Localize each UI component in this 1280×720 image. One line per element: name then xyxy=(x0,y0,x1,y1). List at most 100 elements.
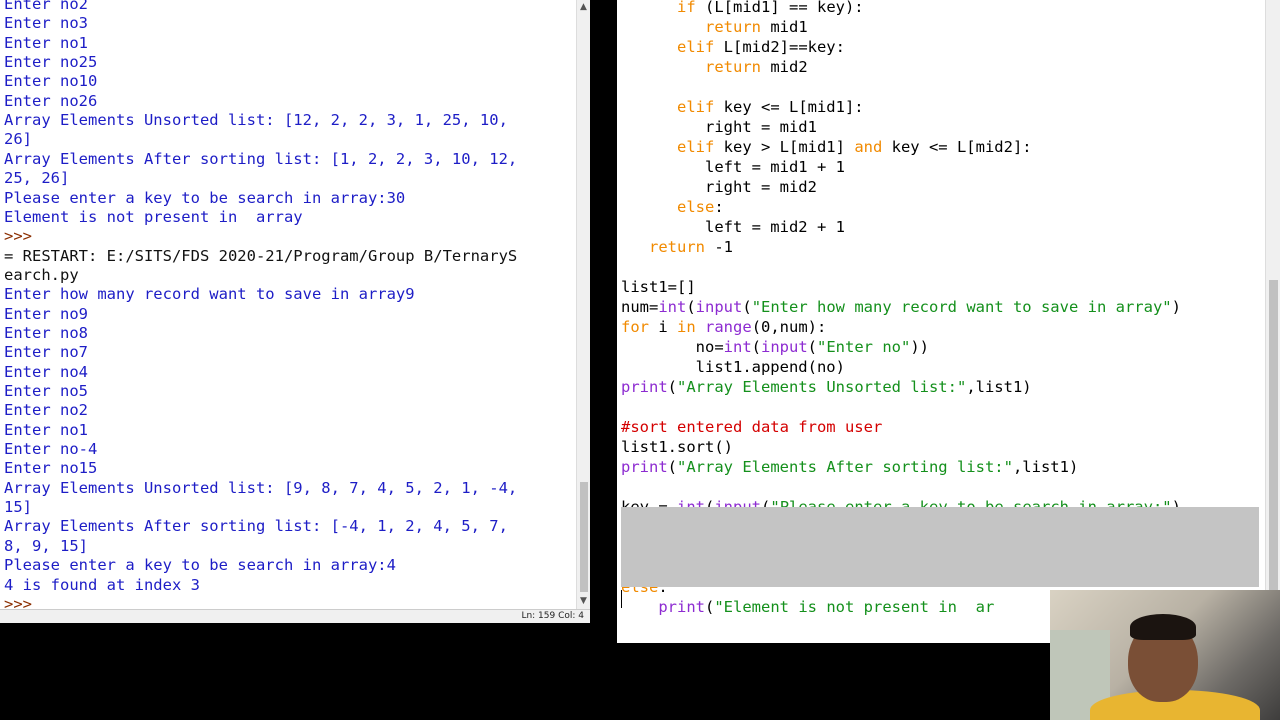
shell-line: Enter no5 xyxy=(4,382,88,400)
scroll-up-icon[interactable]: ▲ xyxy=(580,2,587,12)
code-token: print xyxy=(621,458,668,476)
shell-line: Enter no8 xyxy=(4,323,88,342)
code-line: if (L[mid1] == key): xyxy=(621,0,864,17)
shell-line: 8, 9, 15] xyxy=(4,536,88,555)
shell-line: 26] xyxy=(4,130,32,149)
code-token: ,list1) xyxy=(966,378,1032,396)
shell-line: 15] xyxy=(4,498,32,517)
code-line: elif L[mid2]==key: xyxy=(621,37,845,57)
code-line: else: xyxy=(621,197,724,217)
shell-line: Enter no4 xyxy=(4,362,88,381)
code-line: return mid1 xyxy=(621,17,808,37)
code-token: "Array Elements Unsorted list:" xyxy=(677,378,967,396)
shell-line: Enter no9 xyxy=(4,304,88,323)
shell-line: Array Elements Unsorted list: [9, 8, 7, … xyxy=(4,478,518,497)
code-token: elif xyxy=(677,38,715,56)
code-token: in xyxy=(677,318,696,336)
code-token: elif xyxy=(677,138,715,156)
code-token: int xyxy=(723,338,752,356)
code-token: #sort entered data from user xyxy=(621,418,883,436)
code-token: left = mid1 + 1 xyxy=(621,158,845,176)
cursor-position: Ln: 159 Col: 4 xyxy=(521,611,584,621)
code-token: return xyxy=(705,18,761,36)
code-token: and xyxy=(854,138,883,156)
presenter-hair xyxy=(1130,614,1196,640)
shell-line: Enter no1 xyxy=(4,420,88,439)
code-line: print("Array Elements After sorting list… xyxy=(621,457,1078,477)
code-line: elif key > L[mid1] and key <= L[mid2]: xyxy=(621,137,1032,157)
code-token: ( xyxy=(667,378,678,396)
code-token: -1 xyxy=(705,238,733,256)
code-line: list1.sort() xyxy=(621,437,733,457)
code-token: no= xyxy=(621,338,724,356)
editor-scrollbar[interactable] xyxy=(1265,0,1280,590)
code-token: (L[mid1] == key): xyxy=(695,0,864,16)
shell-line: Enter no10 xyxy=(4,72,98,91)
shell-line: Please enter a key to be search in array… xyxy=(4,188,406,207)
code-token: ,list1) xyxy=(1012,458,1079,476)
shell-line: >>> xyxy=(4,227,32,246)
code-token: ( xyxy=(742,298,752,316)
scroll-down-icon[interactable]: ▼ xyxy=(580,596,587,606)
code-token: list1=[] xyxy=(621,278,696,296)
shell-line: Enter no1 xyxy=(4,33,88,52)
shell-line: Enter no2 xyxy=(4,401,88,420)
code-line: for i in range(0,num): xyxy=(621,317,826,337)
webcam-overlay xyxy=(1050,590,1280,720)
code-token: for xyxy=(621,318,649,336)
code-line: right = mid1 xyxy=(621,117,817,137)
code-token: mid1 xyxy=(761,18,808,36)
shell-line: Enter no15 xyxy=(4,459,98,478)
code-line: #sort entered data from user xyxy=(621,417,882,437)
status-bar: Ln: 159 Col: 4 xyxy=(0,609,590,623)
shell-line: Array Elements After sorting list: [-4, … xyxy=(4,517,508,536)
shell-line: Array Elements After sorting list: [1, 2… xyxy=(4,149,518,168)
code-token: input xyxy=(761,338,808,356)
shell-line: 4 is found at index 3 xyxy=(4,575,200,594)
shell-line: earch.py xyxy=(4,265,79,284)
code-token: (0,num): xyxy=(751,318,827,336)
python-shell-window[interactable]: Enter no2 Enter no3 Enter no1 Enter no25 Ent… xyxy=(0,0,590,623)
code-token: ( xyxy=(751,338,761,356)
shell-line: = RESTART: E:/SITS/FDS 2020-21/Program/G… xyxy=(4,246,518,265)
code-token: "Enter how many record want to save in a… xyxy=(751,298,1172,316)
code-line: left = mid2 + 1 xyxy=(621,217,845,237)
shell-line: Enter how many record want to save in ar… xyxy=(4,285,415,304)
shell-line: Please enter a key to be search in array… xyxy=(4,556,396,575)
code-token: L[mid2]==key: xyxy=(714,38,845,56)
code-token: right = mid1 xyxy=(621,118,817,136)
code-token: "Element is not present in ar xyxy=(714,598,995,616)
shell-scrollbar-thumb[interactable] xyxy=(580,482,588,592)
shell-line: 25, 26] xyxy=(4,169,70,188)
code-token: ( xyxy=(667,458,678,476)
code-token: key <= L[mid2]: xyxy=(882,138,1032,156)
code-token: return xyxy=(705,58,761,76)
code-token: if xyxy=(677,0,696,16)
shell-line: Enter no2 xyxy=(4,0,88,13)
code-token: else xyxy=(677,198,715,216)
code-token: list1.sort() xyxy=(621,438,733,456)
code-token: ) xyxy=(1171,298,1181,316)
shell-line: Enter no7 xyxy=(4,343,88,362)
shell-scrollbar[interactable]: ▲ ▼ xyxy=(576,0,590,609)
code-token: "Enter no" xyxy=(817,338,911,356)
code-token: left = mid2 + 1 xyxy=(621,218,845,236)
editor-scrollbar-thumb[interactable] xyxy=(1269,280,1278,590)
shell-line: Enter no25 xyxy=(4,53,98,72)
code-token: return xyxy=(649,238,705,256)
text-cursor xyxy=(621,590,622,608)
code-token: int xyxy=(658,298,687,316)
code-token: num= xyxy=(621,298,659,316)
shell-line: Element is not present in array xyxy=(4,207,303,226)
code-token: list1.append(no) xyxy=(621,358,845,376)
code-line: no=int(input("Enter no")) xyxy=(621,337,929,357)
code-line: print("Element is not present in ar xyxy=(621,597,994,617)
selection-highlight xyxy=(621,507,1259,587)
